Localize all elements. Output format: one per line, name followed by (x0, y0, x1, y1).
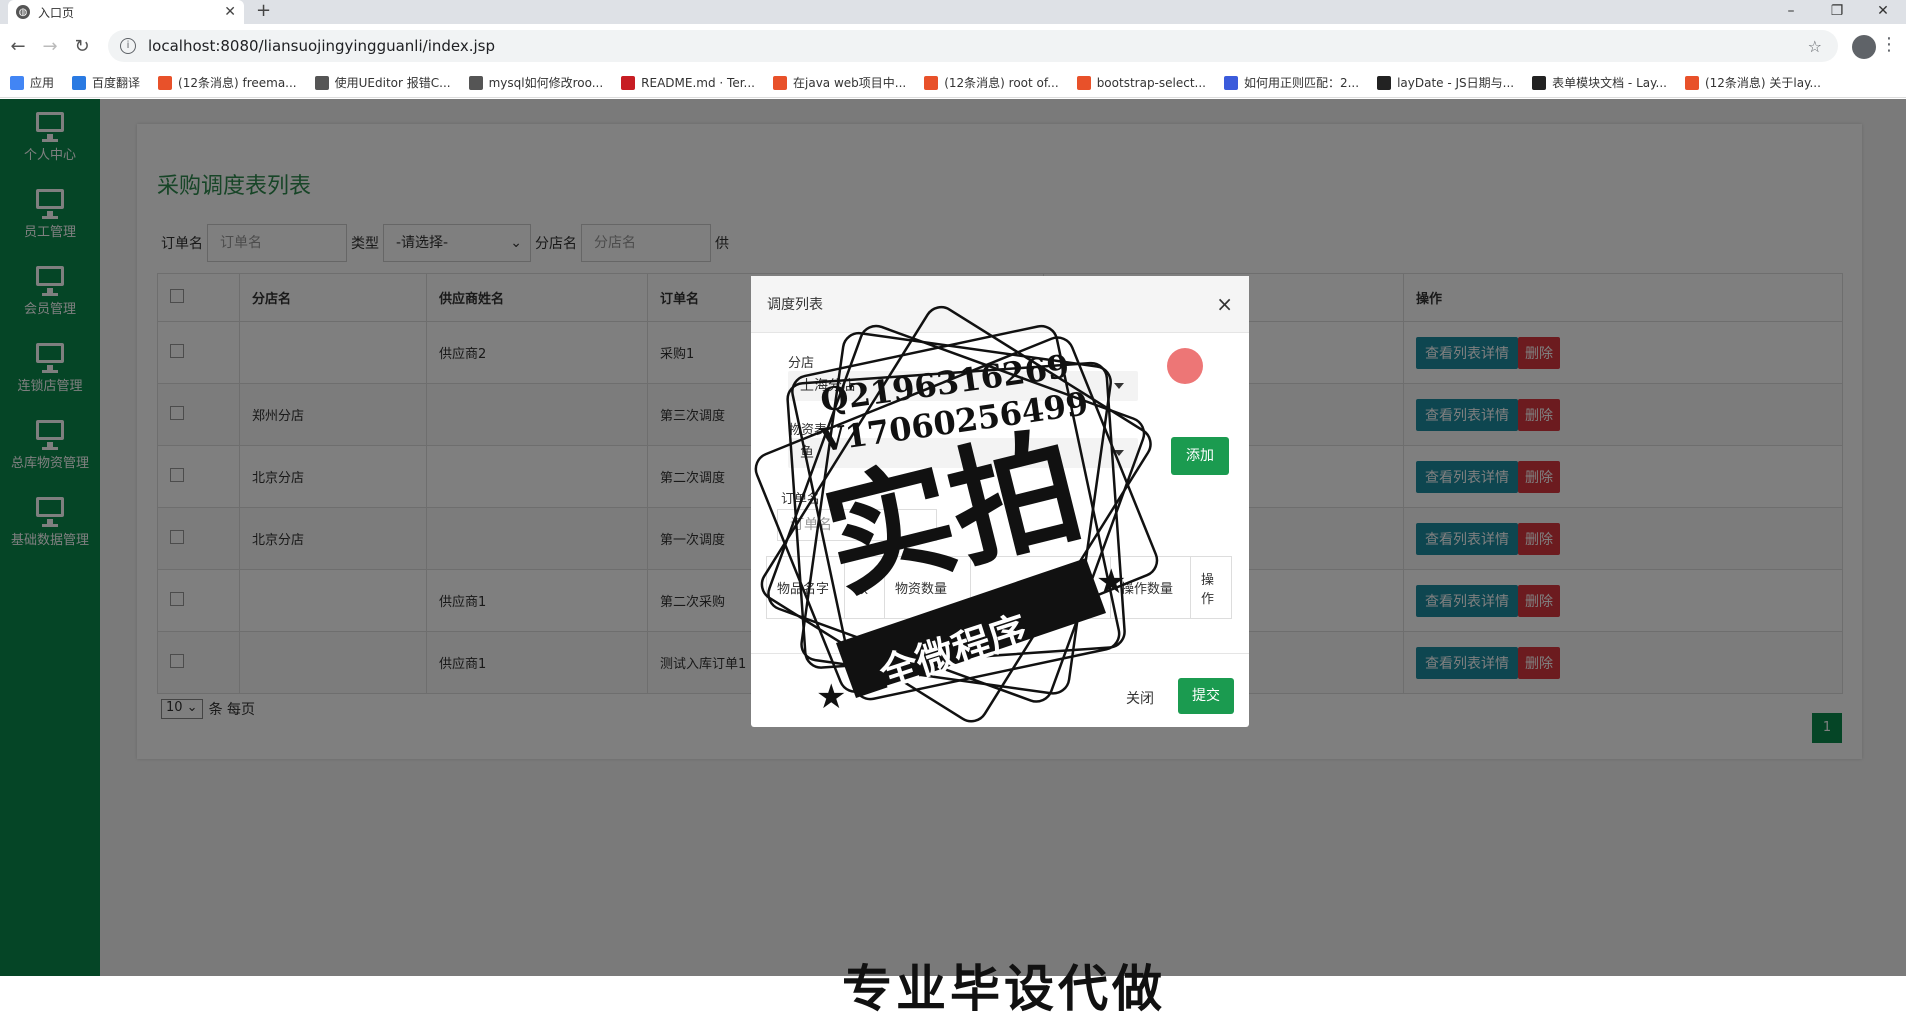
browser-tab[interactable]: ◍ 入口页 ✕ (8, 0, 244, 24)
restore-icon[interactable]: ❐ (1814, 0, 1860, 24)
new-tab-icon[interactable]: + (256, 0, 271, 24)
close-window-icon[interactable]: ✕ (1860, 0, 1906, 24)
bookmark-label: README.md · Ter... (641, 75, 755, 90)
bookmark-favicon-icon (468, 75, 483, 90)
bookmark-favicon-icon (1076, 75, 1091, 90)
bookmark-item[interactable]: layDate - JS日期与... (1377, 74, 1514, 91)
bookmark-favicon-icon (924, 75, 939, 90)
watermark-bottom-text: 专业毕设代做 (842, 960, 1166, 1018)
bookmark-favicon-icon (1223, 75, 1238, 90)
bookmark-favicon-icon (1532, 75, 1547, 90)
modal-close-icon[interactable]: × (1216, 292, 1233, 316)
cursor-click-indicator (1167, 348, 1203, 384)
back-icon[interactable]: ← (4, 36, 32, 57)
globe-icon: ◍ (16, 5, 30, 19)
bookmark-item[interactable]: 如何用正则匹配：2... (1223, 74, 1360, 91)
bookmark-item[interactable]: (12条消息) 关于lay... (1684, 74, 1821, 91)
bookmark-item[interactable]: README.md · Ter... (621, 75, 755, 90)
bookmark-favicon-icon (72, 75, 87, 90)
bookmark-label: bootstrap-select... (1096, 75, 1206, 90)
bookmark-item[interactable]: 使用UEditor 报错C... (314, 74, 451, 91)
profile-avatar-icon[interactable] (1852, 35, 1876, 59)
bookmark-item[interactable]: mysql如何修改roo... (468, 74, 604, 91)
bookmark-label: 在java web项目中... (793, 76, 907, 90)
watermark-stamp: Q2196316269 V17060256499 实拍 全微程序 ★ ★ (754, 305, 1159, 723)
tab-title: 入口页 (38, 5, 75, 20)
star-icon: ★ (1096, 562, 1126, 602)
window-controls: – ❐ ✕ (1768, 0, 1906, 24)
close-tab-icon[interactable]: ✕ (224, 4, 236, 20)
bookmark-label: 表单模块文档 - Lay... (1552, 76, 1667, 90)
bookmark-label: mysql如何修改roo... (488, 76, 604, 90)
bookmark-label: (12条消息) 关于lay... (1704, 76, 1821, 90)
bookmark-item[interactable]: 应用 (10, 74, 54, 91)
bookmark-item[interactable]: bootstrap-select... (1076, 75, 1206, 90)
minimize-icon[interactable]: – (1768, 0, 1814, 24)
bookmark-label: 应用 (30, 76, 55, 90)
bookmark-label: 百度翻译 (92, 76, 141, 90)
bookmark-item[interactable]: (12条消息) freema... (158, 74, 297, 91)
submit-button[interactable]: 提交 (1178, 678, 1234, 714)
info-icon[interactable]: i (120, 38, 136, 54)
bookmarks-bar: 应用 百度翻译 (12条消息) freema... 使用UEditor 报错C... m… (0, 68, 1906, 98)
bookmark-star-icon[interactable]: ☆ (1808, 37, 1822, 56)
reload-icon[interactable]: ↻ (68, 36, 96, 57)
bookmark-favicon-icon (314, 75, 329, 90)
bookmark-favicon-icon (1377, 75, 1392, 90)
bookmark-favicon-icon (773, 75, 787, 90)
bookmark-favicon-icon (158, 75, 173, 90)
modal-header-op: 操作 (1190, 556, 1232, 619)
browser-tab-strip: ◍ 入口页 ✕ + – ❐ ✕ (0, 0, 1906, 24)
bookmark-label: 使用UEditor 报错C... (334, 76, 451, 90)
bookmark-favicon-icon (10, 75, 24, 90)
menu-kebab-icon[interactable]: ⋮ (1880, 34, 1898, 55)
bookmark-label: layDate - JS日期与... (1397, 76, 1515, 90)
bookmark-label: 如何用正则匹配：2... (1243, 76, 1360, 90)
bookmark-favicon-icon (621, 75, 636, 90)
bookmark-item[interactable]: 百度翻译 (72, 74, 140, 91)
bookmark-label: (12条消息) freema... (178, 76, 297, 90)
forward-icon[interactable]: → (36, 36, 64, 57)
bookmark-item[interactable]: 表单模块文档 - Lay... (1532, 74, 1667, 91)
address-bar[interactable]: i localhost:8080/liansuojingyingguanli/i… (108, 30, 1838, 62)
bookmark-item[interactable]: (12条消息) root of... (924, 74, 1059, 91)
star-icon: ★ (816, 677, 846, 717)
bookmark-item[interactable]: 在java web项目中... (773, 74, 906, 91)
bookmark-label: (12条消息) root of... (944, 76, 1059, 90)
url-text: localhost:8080/liansuojingyingguanli/ind… (148, 37, 496, 55)
bookmark-favicon-icon (1684, 75, 1699, 90)
